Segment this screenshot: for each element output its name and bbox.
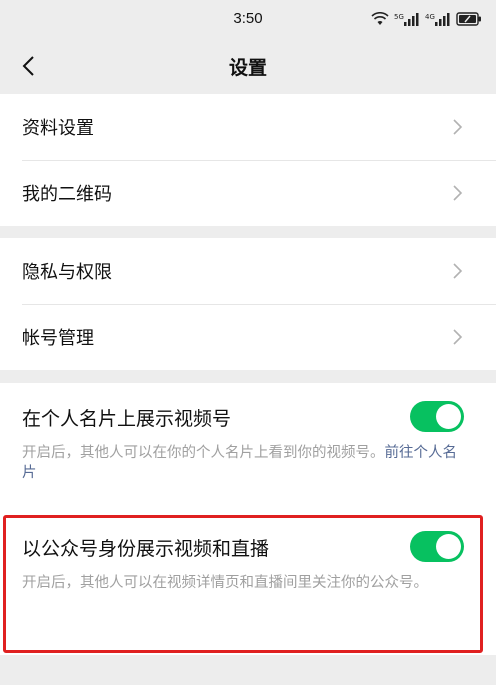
- settings-row-label: 我的二维码: [22, 184, 112, 205]
- settings-row-label: 帐号管理: [22, 328, 94, 349]
- status-bar: 3:50 5G 4G: [0, 0, 496, 38]
- signal-4g-label: 4G: [425, 13, 435, 21]
- settings-group-account: 隐私与权限 帐号管理: [0, 238, 496, 370]
- chevron-right-icon: [453, 119, 463, 135]
- status-icons: 5G 4G: [371, 10, 482, 28]
- toggle-description: 开启后，其他人可以在视频详情页和直播间里关注你的公众号。: [22, 575, 428, 591]
- battery-icon: [456, 12, 481, 26]
- switch-knob: [436, 534, 461, 559]
- show-channels-switch[interactable]: [410, 401, 464, 432]
- settings-row-privacy[interactable]: 隐私与权限: [0, 238, 496, 304]
- signal-5g-label: 5G: [394, 13, 404, 21]
- signal-4g-icon: 4G: [425, 13, 450, 26]
- settings-row-account-management[interactable]: 帐号管理: [0, 304, 496, 370]
- official-account-switch[interactable]: [410, 531, 464, 562]
- page-title: 设置: [228, 57, 267, 79]
- chevron-right-icon: [453, 329, 463, 345]
- chevron-right-icon: [453, 185, 463, 201]
- toggle-desc-text: 开启后，其他人可以在你的个人名片上看到你的视频号。: [22, 445, 385, 461]
- toggle-item-show-channels: 在个人名片上展示视频号 开启后，其他人可以在你的个人名片上看到你的视频号。前往个…: [0, 383, 496, 513]
- wifi-icon: [371, 12, 389, 25]
- settings-group-profile: 资料设置 我的二维码: [0, 94, 496, 226]
- settings-row-label: 隐私与权限: [22, 262, 112, 283]
- signal-5g-icon: 5G: [394, 13, 419, 26]
- toggle-title: 在个人名片上展示视频号: [22, 408, 232, 430]
- settings-row-profile-settings[interactable]: 资料设置: [0, 94, 496, 160]
- settings-row-my-qr-code[interactable]: 我的二维码: [0, 160, 496, 226]
- nav-bar: 设置: [0, 38, 496, 94]
- toggle-item-official-account: 以公众号身份展示视频和直播 开启后，其他人可以在视频详情页和直播间里关注你的公众…: [0, 513, 496, 655]
- settings-row-label: 资料设置: [22, 118, 94, 139]
- switch-knob: [436, 404, 461, 429]
- settings-group-toggles: 在个人名片上展示视频号 开启后，其他人可以在你的个人名片上看到你的视频号。前往个…: [0, 383, 496, 655]
- chevron-right-icon: [453, 263, 463, 279]
- toggle-description: 开启后，其他人可以在你的个人名片上看到你的视频号。前往个人名片: [22, 443, 462, 483]
- toggle-title: 以公众号身份展示视频和直播: [22, 538, 270, 560]
